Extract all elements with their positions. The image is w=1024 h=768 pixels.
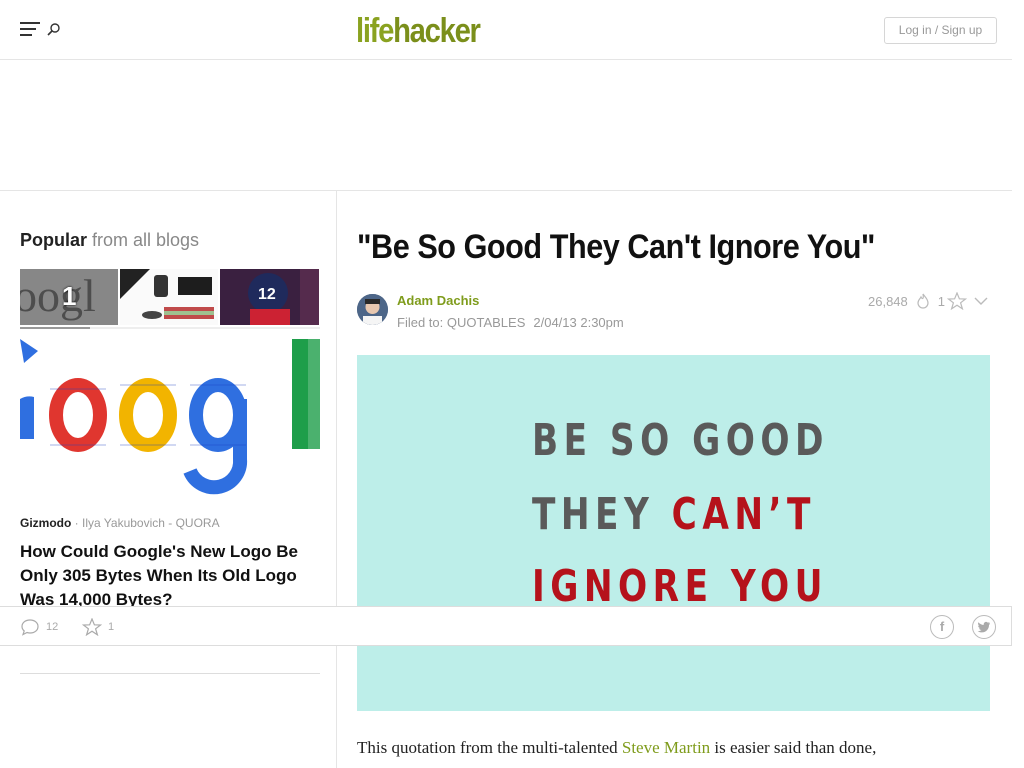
twitter-share-icon[interactable] bbox=[972, 615, 996, 639]
logo-hacker: hacker bbox=[393, 12, 481, 50]
search-icon[interactable] bbox=[46, 22, 62, 38]
comments-button[interactable]: 12 bbox=[20, 617, 58, 637]
popular-label: Popular bbox=[20, 230, 88, 250]
hero-line-2b: CAN’T bbox=[671, 489, 816, 540]
site-logo[interactable]: lifehacker bbox=[356, 12, 481, 51]
recommend-count: 1 bbox=[108, 621, 115, 633]
thumbnail-active-number: 1 bbox=[62, 281, 77, 311]
article-hero-image: BE SO GOOD THEY CAN’T IGNORE YOU bbox=[357, 355, 990, 711]
comments-count: 12 bbox=[46, 621, 59, 633]
author-name[interactable]: Adam Dachis bbox=[397, 293, 479, 308]
featured-headline[interactable]: How Could Google's New Logo Be Only 305 … bbox=[20, 540, 320, 612]
flame-icon bbox=[917, 293, 929, 309]
floating-share-bar: 12 1 f bbox=[0, 606, 1012, 646]
hamburger-menu-icon[interactable] bbox=[20, 22, 40, 38]
popular-sidebar: Popular from all blogs oogl 1 12 Gizmodo… bbox=[0, 191, 337, 768]
thumbnail-football[interactable]: 12 bbox=[220, 269, 319, 325]
article-body-first-line: This quotation from the multi-talented S… bbox=[357, 738, 997, 758]
body-text-after: is easier said than done, bbox=[710, 738, 877, 757]
like-count: 1 bbox=[937, 293, 945, 309]
thumbnail-google-logo[interactable]: oogl 1 bbox=[20, 269, 118, 325]
featured-blog-name[interactable]: Gizmodo bbox=[20, 516, 71, 530]
article-stats: 26,848 1 bbox=[868, 292, 989, 310]
login-signup-button[interactable]: Log in / Sign up bbox=[884, 17, 997, 44]
article-headline: "Be So Good They Can't Ignore You" bbox=[357, 228, 875, 266]
featured-meta: Gizmodo · Ilya Yakubovich - QUORA bbox=[20, 516, 220, 530]
popular-heading: Popular from all blogs bbox=[20, 230, 199, 251]
filed-label: Filed to: bbox=[397, 315, 447, 330]
popular-sublabel: from all blogs bbox=[87, 230, 200, 250]
star-outline-icon bbox=[82, 618, 102, 636]
filed-to: Filed to: QUOTABLES 2/04/13 2:30pm bbox=[397, 315, 624, 330]
hero-line-2: THEY CAN’T bbox=[532, 489, 816, 540]
sidebar-divider bbox=[20, 673, 320, 674]
filed-tag[interactable]: QUOTABLES bbox=[447, 315, 526, 330]
recommend-button[interactable]: 1 bbox=[82, 617, 114, 637]
view-count: 26,848 bbox=[868, 293, 908, 309]
thumbnail-gadgets[interactable] bbox=[120, 269, 218, 325]
body-text-before: This quotation from the multi-talented bbox=[357, 738, 622, 757]
post-date[interactable]: 2/04/13 2:30pm bbox=[533, 315, 623, 330]
steve-martin-link[interactable]: Steve Martin bbox=[622, 738, 710, 757]
site-header: lifehacker Log in / Sign up bbox=[0, 0, 1012, 60]
author-avatar[interactable] bbox=[357, 294, 388, 325]
hero-line-1: BE SO GOOD bbox=[532, 415, 830, 466]
ad-placeholder bbox=[0, 60, 1012, 191]
hero-line-2a: THEY bbox=[532, 489, 672, 540]
facebook-share-icon[interactable]: f bbox=[930, 615, 954, 639]
featured-image[interactable] bbox=[20, 339, 320, 499]
popular-thumbnails: oogl 1 12 bbox=[20, 269, 320, 329]
comment-icon bbox=[21, 619, 39, 636]
svg-text:12: 12 bbox=[258, 286, 276, 303]
star-icon[interactable] bbox=[947, 292, 967, 310]
chevron-down-icon[interactable] bbox=[973, 295, 989, 307]
logo-life: life bbox=[356, 12, 394, 50]
hero-line-3: IGNORE YOU bbox=[532, 561, 828, 612]
featured-author-source: · Ilya Yakubovich - QUORA bbox=[71, 516, 220, 530]
carousel-progress bbox=[20, 327, 90, 329]
